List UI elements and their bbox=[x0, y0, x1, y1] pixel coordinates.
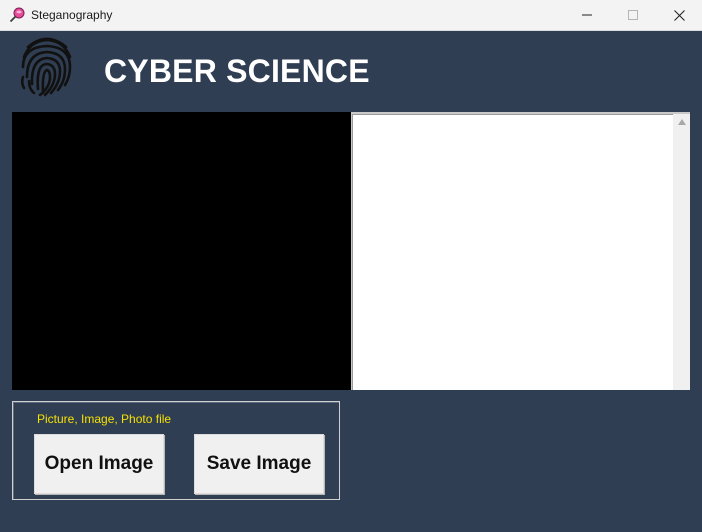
window-title: Steganography bbox=[31, 8, 113, 22]
minimize-icon bbox=[582, 14, 592, 16]
app-window: CYBER SCIENCE Picture, Image, Photo file… bbox=[0, 31, 702, 532]
title-bar: Steganography bbox=[0, 0, 702, 31]
maximize-button[interactable] bbox=[610, 0, 656, 30]
minimize-button[interactable] bbox=[564, 0, 610, 30]
image-preview-canvas bbox=[12, 112, 351, 390]
maximize-icon bbox=[628, 10, 638, 20]
message-text-area[interactable] bbox=[352, 114, 673, 390]
close-button[interactable] bbox=[656, 0, 702, 30]
app-heading: CYBER SCIENCE bbox=[104, 53, 370, 89]
save-image-button[interactable]: Save Image bbox=[194, 434, 324, 494]
lollipop-icon bbox=[9, 7, 25, 23]
vertical-scrollbar[interactable] bbox=[673, 114, 690, 390]
open-image-button[interactable]: Open Image bbox=[34, 434, 164, 494]
scroll-up-arrow-icon[interactable] bbox=[678, 119, 686, 125]
file-type-label: Picture, Image, Photo file bbox=[37, 412, 172, 426]
fingerprint-icon bbox=[20, 37, 72, 97]
close-icon bbox=[673, 9, 685, 21]
